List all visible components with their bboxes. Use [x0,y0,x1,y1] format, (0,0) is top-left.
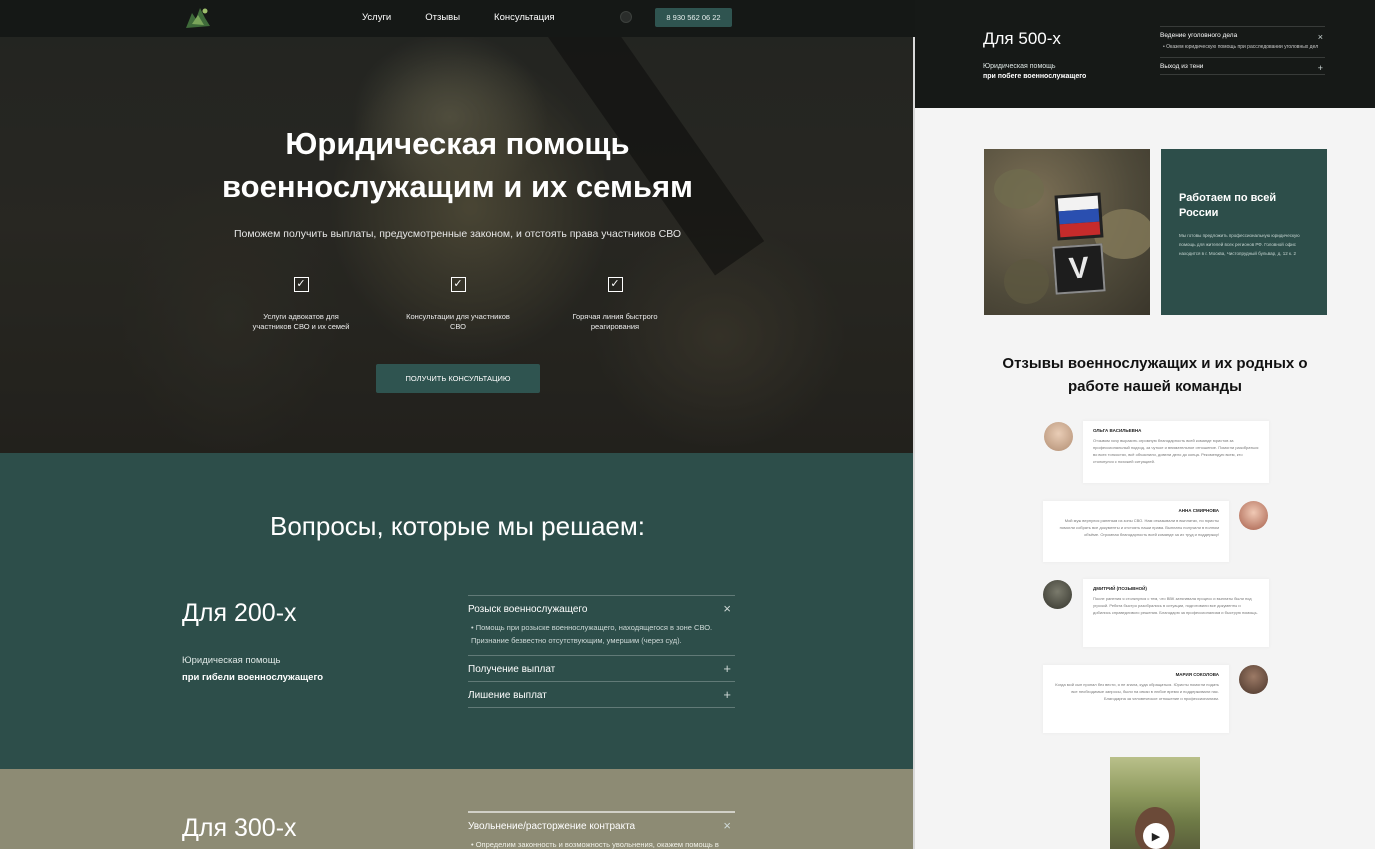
block-200-subtitle: Юридическая помощь [182,655,281,666]
questions-section: Вопросы, которые мы решаем: Для 200-х Юр… [0,453,915,769]
phone-button[interactable]: 8 930 562 06 22 [655,8,732,27]
accordion-header[interactable]: Лишение выплат + [468,682,735,707]
accordion-header-label: Ведение уголовного дела [1160,32,1238,39]
avatar [1239,665,1268,694]
reviews-title: Отзывы военнослужащих и их родных о рабо… [1002,355,1308,395]
accordion-item: Увольнение/расторжение контракта × • Опр… [468,811,735,849]
close-icon[interactable]: × [723,819,731,832]
review-card: ОЛЬГА ВАСИЛЬЕВНА Отзывом хочу выразить о… [1083,421,1269,483]
plus-icon[interactable]: + [1318,62,1323,75]
hero-title-line2: военнослужащим и их семьям [222,169,693,204]
v-patch-icon: V [1052,243,1106,295]
review-card: АННА СМИРНОВА Мой муж вернулся раненым и… [1043,501,1229,562]
feature-consultations: ✓ Консультации для участников СВО [403,277,513,332]
play-icon[interactable]: ▶ [1143,823,1169,849]
close-icon[interactable]: × [723,602,731,615]
accordion-header-label: Получение выплат [468,664,556,675]
block-300-title: Для 300-х [182,814,297,842]
feature-label: Услуги адвокатов для участников СВО и их… [252,312,350,331]
close-icon[interactable]: × [1318,31,1323,44]
coverage-card-title: Работаем по всей России [1179,192,1277,219]
block-500-subtitle: Юридическая помощь [983,63,1056,70]
review-text: Отзывом хочу выразить огромную благодарн… [1093,438,1259,464]
block-500-section: Для 500-х Юридическая помощь при побеге … [915,0,1375,108]
accordion-header-label: Выход из тени [1160,63,1204,70]
feature-hotline: ✓ Горячая линия быстрого реагирования [560,277,670,332]
camo-spot [1004,259,1049,304]
block-200-title: Для 200-х [182,599,297,627]
checkbox-icon: ✓ [607,277,623,292]
accordion-header[interactable]: Увольнение/расторжение контракта × [468,813,735,838]
checkbox-icon: ✓ [450,277,466,292]
russian-flag-patch-icon [1054,192,1104,241]
camo-spot [994,169,1044,209]
feature-label: Консультации для участников СВО [406,312,510,331]
accordion-item: Получение выплат + [468,655,735,681]
block-500-title: Для 500-х [983,29,1061,48]
block-300-section: Для 300-х Увольнение/расторжение контрак… [0,769,915,849]
main-nav: Услуги Отзывы Консультация [362,12,555,23]
accordion-body: • Помощь при розыске военнослужащего, на… [471,623,713,645]
plus-icon[interactable]: + [723,688,731,701]
accordion-item: Розыск военнослужащего × • Помощь при ро… [468,595,735,655]
feature-lawyers: ✓ Услуги адвокатов для участников СВО и … [246,277,356,332]
coverage-card: Работаем по всей России Мы готовы предло… [1161,149,1327,315]
nav-item-consultation[interactable]: Консультация [494,12,555,23]
review-card: ДМИТРИЙ (ПОЗЫВНОЙ) После ранения я столк… [1083,579,1269,647]
review-author: ДМИТРИЙ (ПОЗЫВНОЙ) [1093,586,1147,591]
accordion-header[interactable]: Получение выплат + [468,656,735,681]
video-review[interactable]: ▶ [1110,757,1200,849]
logo-icon[interactable] [183,4,213,32]
hero-subtitle: Поможем получить выплаты, предусмотренны… [233,228,682,240]
accordion-200: Розыск военнослужащего × • Помощь при ро… [468,595,735,708]
accordion-300: Увольнение/расторжение контракта × • Опр… [468,811,735,849]
accordion-item: Ведение уголовного дела × • Оказем юриди… [1160,26,1325,57]
accordion-body: • Оказем юридическую помощь при расследо… [1163,44,1319,50]
get-consultation-button[interactable]: ПОЛУЧИТЬ КОНСУЛЬТАЦИЮ [376,364,540,393]
checkbox-icon: ✓ [293,277,309,292]
accordion-header[interactable]: Розыск военнослужащего × [468,596,735,621]
avatar [1043,580,1072,609]
accordion-header-label: Лишение выплат [468,690,547,701]
page: Услуги Отзывы Консультация 8 930 562 06 … [0,0,1375,849]
messenger-icon[interactable] [620,11,632,23]
accordion-500: Ведение уголовного дела × • Оказем юриди… [1160,26,1325,75]
review-text: Мой муж вернулся раненым из зоны СВО. На… [1059,518,1219,537]
accordion-item: Выход из тени + [1160,57,1325,75]
plus-icon[interactable]: + [723,662,731,675]
accordion-header[interactable]: Выход из тени + [1160,58,1325,74]
avatar [1044,422,1073,451]
left-panel: Услуги Отзывы Консультация 8 930 562 06 … [0,0,915,849]
coverage-card-text: Мы готовы предложить профессиональную юр… [1179,233,1300,256]
accordion-header-label: Розыск военнослужащего [468,604,588,615]
accordion-body: • Определим законность и возможность уво… [471,840,719,849]
right-panel: Для 500-х Юридическая помощь при побеге … [915,0,1375,849]
questions-title: Вопросы, которые мы решаем: [270,511,645,541]
block-500-caption: при побеге военнослужащего [983,73,1087,80]
review-text: После ранения я столкнулся с тем, что ВВ… [1093,596,1258,615]
accordion-header[interactable]: Ведение уголовного дела × [1160,27,1325,43]
accordion-header-label: Увольнение/расторжение контракта [468,821,636,832]
hero-title: Юридическая помощь военнослужащим и их с… [0,122,915,208]
hero-section: Юридическая помощь военнослужащим и их с… [0,37,915,453]
header: Услуги Отзывы Консультация 8 930 562 06 … [0,0,915,37]
review-card: МАРИЯ СОКОЛОВА Когда мой сын пропал без … [1043,665,1229,733]
nav-item-services[interactable]: Услуги [362,12,391,23]
block-200-caption: при гибели военнослужащего [182,672,324,683]
hero-title-line1: Юридическая помощь [285,126,630,161]
review-author: ОЛЬГА ВАСИЛЬЕВНА [1093,428,1142,433]
review-text: Когда мой сын пропал без вести, я не зна… [1055,682,1219,701]
soldier-patch-photo: V [984,149,1150,315]
review-author: АННА СМИРНОВА [1178,508,1219,513]
accordion-item: Лишение выплат + [468,681,735,708]
nav-item-reviews[interactable]: Отзывы [425,12,460,23]
feature-label: Горячая линия быстрого реагирования [572,312,658,331]
review-author: МАРИЯ СОКОЛОВА [1175,672,1219,677]
avatar [1239,501,1268,530]
